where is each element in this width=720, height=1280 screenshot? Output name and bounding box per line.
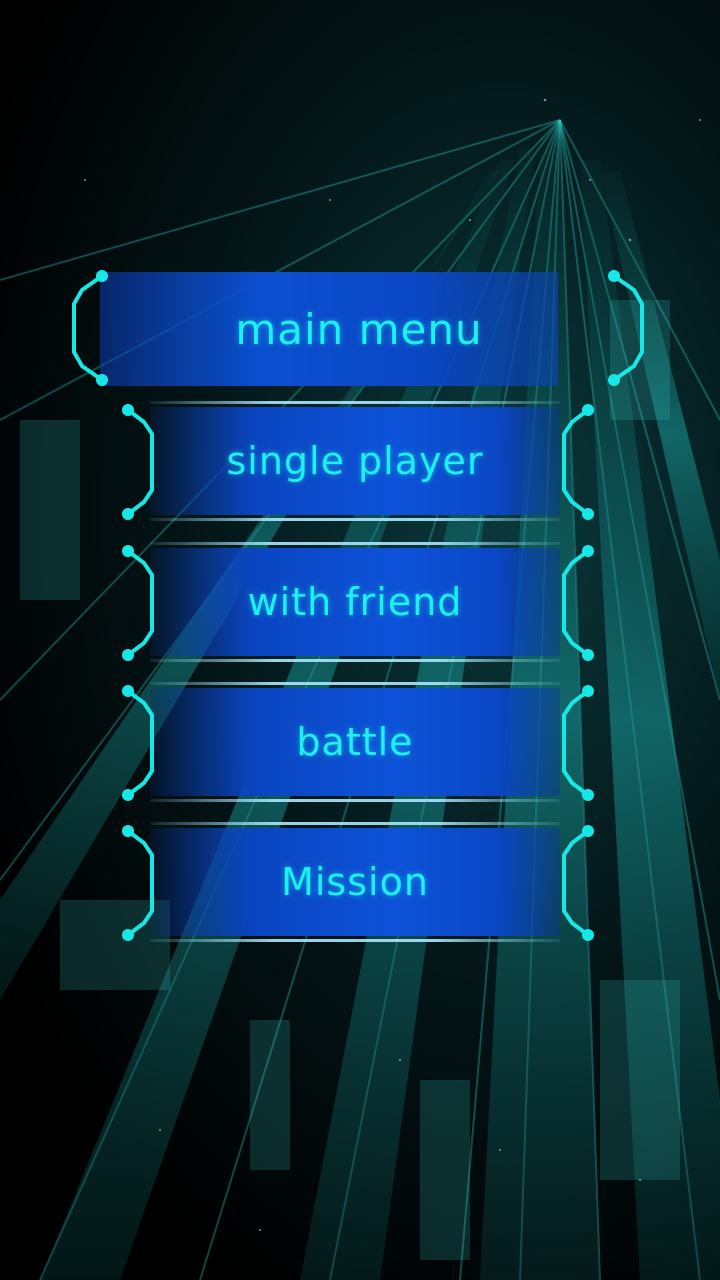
battle-left-bracket-icon xyxy=(122,685,154,801)
battle-label: battle xyxy=(296,720,414,764)
title-left-bracket-icon xyxy=(72,270,108,386)
main-menu-title: main menu xyxy=(100,272,558,386)
mission-right-bracket-icon xyxy=(562,825,594,941)
battle-right-bracket-icon xyxy=(562,685,594,801)
battle-button[interactable]: battle xyxy=(150,682,560,802)
with-friend-label: with friend xyxy=(247,580,463,624)
with-friend-button[interactable]: with friend xyxy=(150,542,560,662)
single-player-right-bracket-icon xyxy=(562,404,594,520)
mission-button[interactable]: Mission xyxy=(150,822,560,942)
game-screen: main menu single player with friend batt… xyxy=(0,0,720,1280)
single-player-label: single player xyxy=(226,439,484,483)
mission-label: Mission xyxy=(281,860,429,904)
single-player-button[interactable]: single player xyxy=(150,401,560,521)
mission-left-bracket-icon xyxy=(122,825,154,941)
title-right-bracket-icon xyxy=(608,270,644,386)
main-menu-title-text: main menu xyxy=(235,304,483,354)
single-player-left-bracket-icon xyxy=(122,404,154,520)
with-friend-left-bracket-icon xyxy=(122,545,154,661)
with-friend-right-bracket-icon xyxy=(562,545,594,661)
